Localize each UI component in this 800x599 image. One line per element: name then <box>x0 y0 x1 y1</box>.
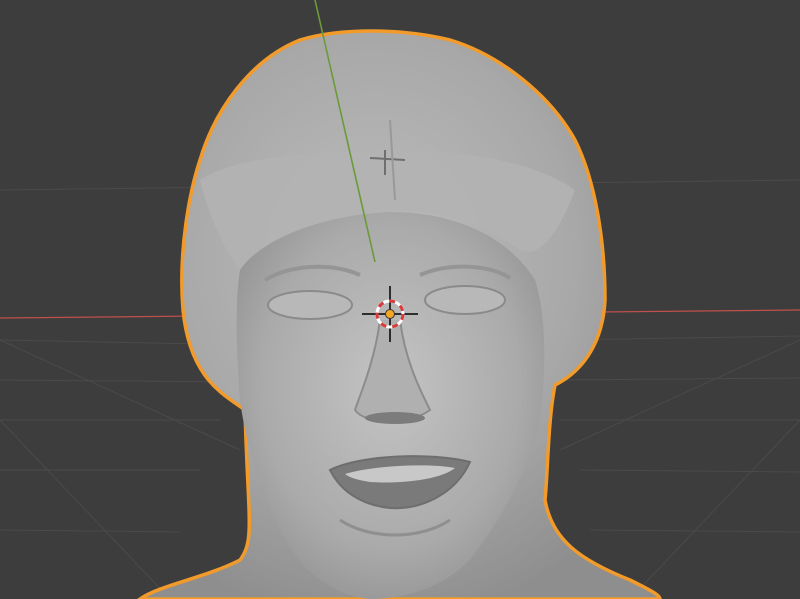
3d-viewport[interactable] <box>0 0 800 599</box>
left-eye <box>267 290 353 320</box>
object-origin-dot <box>385 309 395 319</box>
nostril-shadow <box>365 412 425 424</box>
viewport-scene[interactable] <box>0 0 800 599</box>
right-eye <box>424 285 506 315</box>
selected-head-mesh[interactable] <box>136 29 662 599</box>
